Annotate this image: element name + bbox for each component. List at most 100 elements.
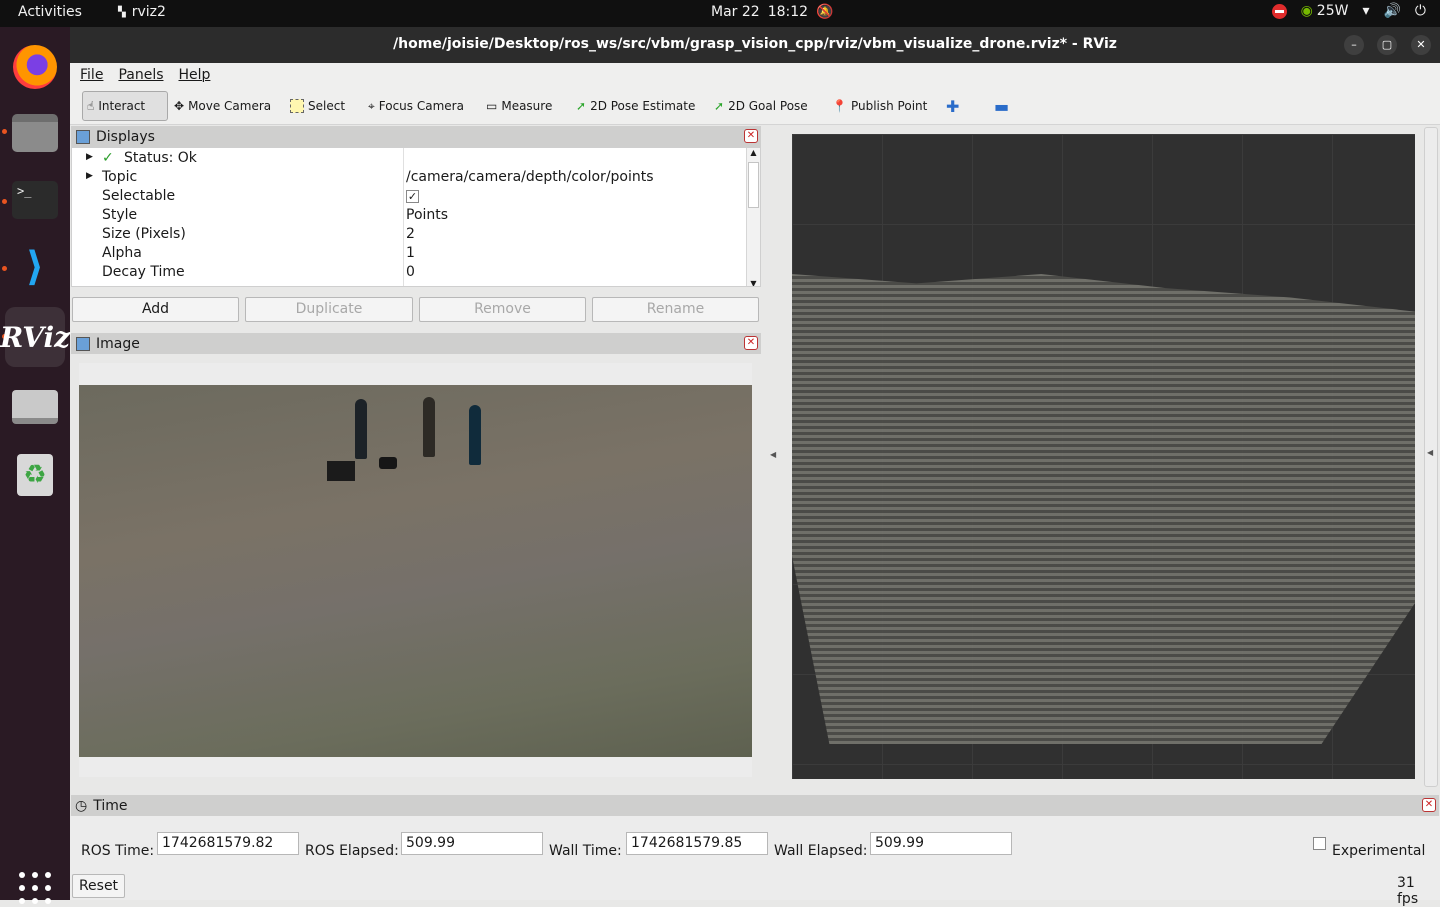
power-draw-label: 25W <box>1316 3 1349 19</box>
tool-focus-camera[interactable]: ⌖ Focus Camera <box>364 91 468 121</box>
plus-icon: ✚ <box>946 96 960 116</box>
property-row[interactable]: Style Points <box>72 206 747 225</box>
displays-panel-header: Displays ✕ <box>71 126 761 147</box>
rviz-icon: RViz <box>0 320 71 354</box>
dock-terminal[interactable]: >_ <box>5 170 65 230</box>
fps-counter: 31 fps <box>1397 875 1419 907</box>
expand-arrow-icon[interactable]: ▶ <box>86 152 93 162</box>
equipment-case <box>327 461 355 481</box>
clock[interactable]: Mar 22 18:12 🔕 <box>711 4 833 20</box>
add-display-button[interactable]: Add <box>72 297 239 322</box>
green-arrow-icon: ➚ <box>714 99 725 113</box>
system-tray[interactable]: ◉ 25W ▾ 🔊 ⏻ <box>1271 3 1426 19</box>
remove-tool-button[interactable]: ▬ <box>990 91 1013 121</box>
duplicate-display-button[interactable]: Duplicate <box>245 297 413 322</box>
tool-move-camera[interactable]: ✥ Move Camera <box>170 91 275 121</box>
scroll-up-arrow-icon[interactable]: ▲ <box>747 148 760 157</box>
3d-render-view[interactable] <box>792 134 1415 779</box>
tool-interact[interactable]: ☝ Interact <box>82 91 168 121</box>
dock-rviz[interactable]: RViz <box>0 307 70 367</box>
property-row[interactable]: Decay Time 0 <box>72 263 747 282</box>
remove-display-button[interactable]: Remove <box>419 297 586 322</box>
terminal-icon: >_ <box>12 181 58 219</box>
property-value[interactable]: /camera/camera/depth/color/points <box>406 169 654 185</box>
person-figure <box>423 397 435 457</box>
wall-time-label: Wall Time: <box>549 843 622 859</box>
green-arrow-icon: ➚ <box>576 99 587 113</box>
toolbar: ☝ Interact ✥ Move Camera Select ⌖ Focus Cam… <box>70 87 1440 125</box>
property-row[interactable]: ▶ Topic /camera/camera/depth/color/point… <box>72 168 747 187</box>
tool-label: Move Camera <box>188 99 272 113</box>
power-icon[interactable]: ⏻ <box>1415 3 1426 19</box>
wall-elapsed-label: Wall Elapsed: <box>774 843 868 859</box>
wall-time-field[interactable]: 1742681579.85 <box>626 832 768 855</box>
close-panel-icon[interactable]: ✕ <box>744 336 758 350</box>
displays-property-tree[interactable]: ▶ ✓ Status: Ok ▶ Topic /camera/camera/de… <box>71 147 761 287</box>
tool-2d-pose-estimate[interactable]: ➚ 2D Pose Estimate <box>572 91 699 121</box>
vertical-scrollbar[interactable]: ▲ ▼ <box>746 148 760 286</box>
time-panel-header: ◷ Time ✕ <box>71 795 1439 816</box>
reset-button[interactable]: Reset <box>72 874 125 898</box>
maximize-button[interactable]: ▢ <box>1377 35 1397 55</box>
tool-label: Select <box>308 99 346 113</box>
rename-display-button[interactable]: Rename <box>592 297 759 322</box>
close-panel-icon[interactable]: ✕ <box>1422 798 1436 812</box>
splitter-handle-icon[interactable]: ◀ <box>770 450 776 459</box>
notification-muted-icon: 🔕 <box>816 4 834 20</box>
add-tool-button[interactable]: ✚ <box>942 91 963 121</box>
minimize-button[interactable]: – <box>1344 35 1364 55</box>
ros-time-field[interactable]: 1742681579.82 <box>157 832 299 855</box>
menu-help[interactable]: Help <box>179 67 211 83</box>
dock-drive[interactable] <box>5 377 65 437</box>
trash-icon: ♻ <box>17 454 53 496</box>
do-not-disturb-icon[interactable] <box>1271 3 1287 19</box>
vscode-icon: ⟩ <box>25 244 45 290</box>
monitor-icon <box>76 129 90 144</box>
selectable-checkbox[interactable]: ✓ <box>406 188 419 204</box>
minus-icon: ▬ <box>994 96 1010 116</box>
property-value[interactable]: 1 <box>406 245 415 261</box>
show-apps-button[interactable] <box>19 872 51 904</box>
tool-measure[interactable]: ▭ Measure <box>482 91 556 121</box>
menu-panels[interactable]: Panels <box>118 67 163 83</box>
tool-2d-goal-pose[interactable]: ➚ 2D Goal Pose <box>710 91 812 121</box>
dock-vscode[interactable]: ⟩ <box>5 237 65 297</box>
expand-arrow-icon[interactable]: ▶ <box>86 171 93 181</box>
property-key: Style <box>102 207 138 223</box>
close-panel-icon[interactable]: ✕ <box>744 129 758 143</box>
property-row[interactable]: Alpha 1 <box>72 244 747 263</box>
property-value[interactable]: Points <box>406 207 448 223</box>
dock-trash[interactable]: ♻ <box>5 445 65 505</box>
menu-file[interactable]: File <box>80 67 103 83</box>
dock-files[interactable] <box>5 103 65 163</box>
ros-elapsed-field[interactable]: 509.99 <box>401 832 543 855</box>
gpu-power-indicator[interactable]: ◉ 25W <box>1301 3 1349 19</box>
property-row[interactable]: Selectable ✓ <box>72 187 747 206</box>
property-key: Status: Ok <box>124 150 197 166</box>
property-row[interactable]: Size (Pixels) 2 <box>72 225 747 244</box>
experimental-checkbox[interactable] <box>1313 836 1326 851</box>
image-panel-title: Image <box>96 335 140 352</box>
right-dock-scrollbar[interactable]: ◀ <box>1424 127 1438 787</box>
camera-image <box>79 385 752 757</box>
person-figure <box>355 399 367 459</box>
property-value[interactable]: 2 <box>406 226 415 242</box>
property-key: Topic <box>102 169 138 185</box>
scroll-thumb[interactable] <box>748 162 759 208</box>
scroll-down-arrow-icon[interactable]: ▼ <box>747 279 760 286</box>
app-menu[interactable]: ▚ rviz2 <box>118 4 166 20</box>
dock-firefox[interactable] <box>5 37 65 97</box>
volume-icon[interactable]: 🔊 <box>1383 3 1400 19</box>
property-key: Size (Pixels) <box>102 226 186 242</box>
tool-publish-point[interactable]: 📍 Publish Point <box>828 91 931 121</box>
window-titlebar[interactable]: /home/joisie/Desktop/ros_ws/src/vbm/gras… <box>70 27 1440 63</box>
close-window-button[interactable]: ✕ <box>1411 35 1431 55</box>
property-row[interactable]: ▶ ✓ Status: Ok <box>72 149 747 168</box>
collapse-arrow-icon[interactable]: ◀ <box>1427 448 1433 457</box>
wifi-icon[interactable]: ▾ <box>1362 3 1369 19</box>
property-value[interactable]: 0 <box>406 264 415 280</box>
activities-button[interactable]: Activities <box>18 4 82 20</box>
wall-elapsed-field[interactable]: 509.99 <box>870 832 1012 855</box>
nvidia-icon: ◉ <box>1300 3 1313 19</box>
tool-select[interactable]: Select <box>286 91 349 121</box>
